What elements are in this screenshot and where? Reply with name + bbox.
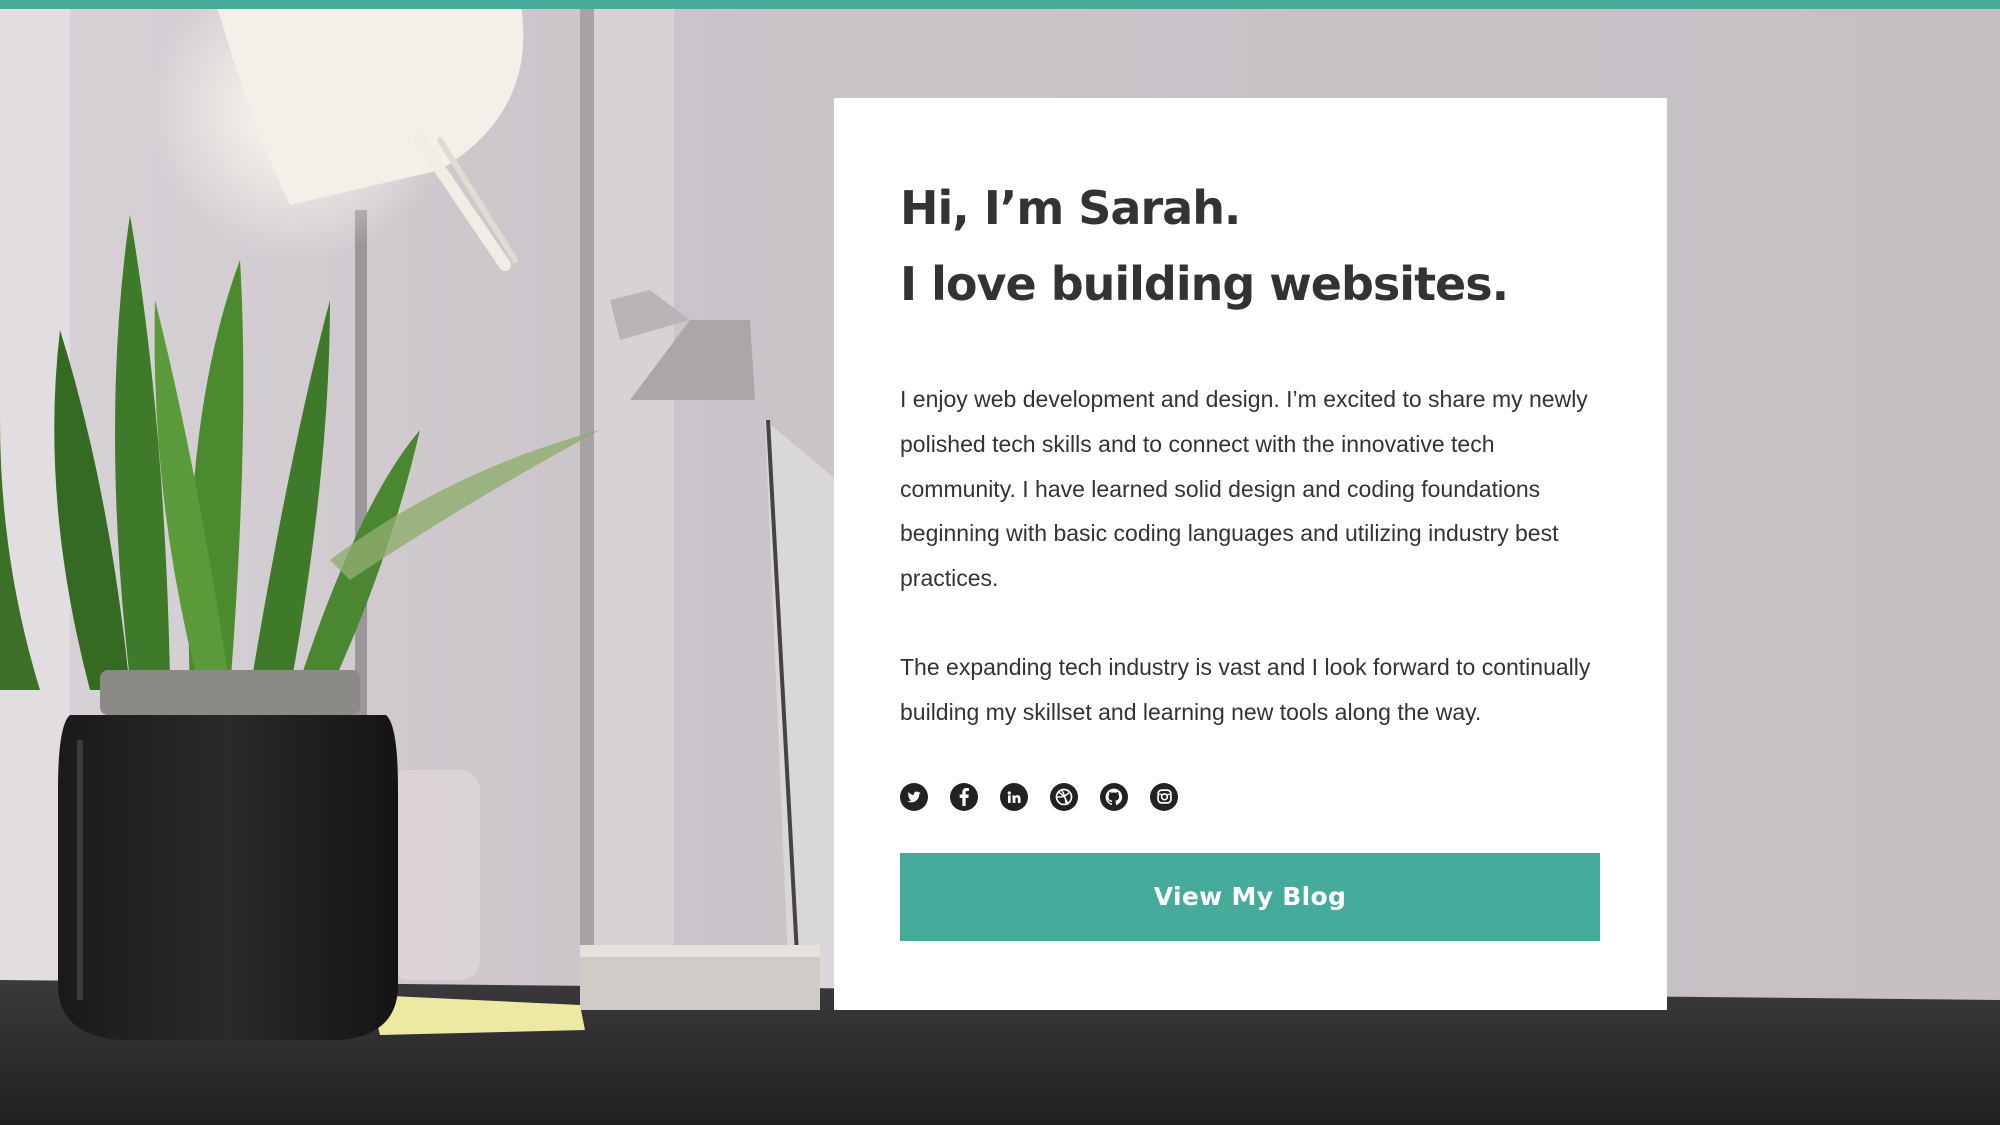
linkedin-icon[interactable]	[1000, 782, 1028, 811]
page: Hi, I’m Sarah. I love building websites.…	[0, 0, 2000, 1125]
instagram-icon[interactable]	[1150, 782, 1178, 811]
dribbble-icon[interactable]	[1050, 782, 1078, 811]
view-blog-button[interactable]: View My Blog	[900, 852, 1600, 941]
facebook-icon[interactable]	[950, 782, 978, 811]
intro-card: Hi, I’m Sarah. I love building websites.…	[834, 98, 1667, 1010]
bio-paragraph-1: I enjoy web development and design. I’m …	[900, 386, 1588, 592]
github-icon[interactable]	[1100, 782, 1128, 811]
headline-greeting: Hi, I’m Sarah.	[900, 181, 1241, 235]
bio-paragraph-2: The expanding tech industry is vast and …	[900, 653, 1591, 725]
twitter-icon[interactable]	[900, 782, 928, 811]
headline: Hi, I’m Sarah. I love building websites.	[900, 170, 1601, 322]
social-links	[900, 782, 1601, 813]
headline-tagline: I love building websites.	[900, 257, 1509, 311]
top-accent-bar	[0, 0, 2000, 9]
